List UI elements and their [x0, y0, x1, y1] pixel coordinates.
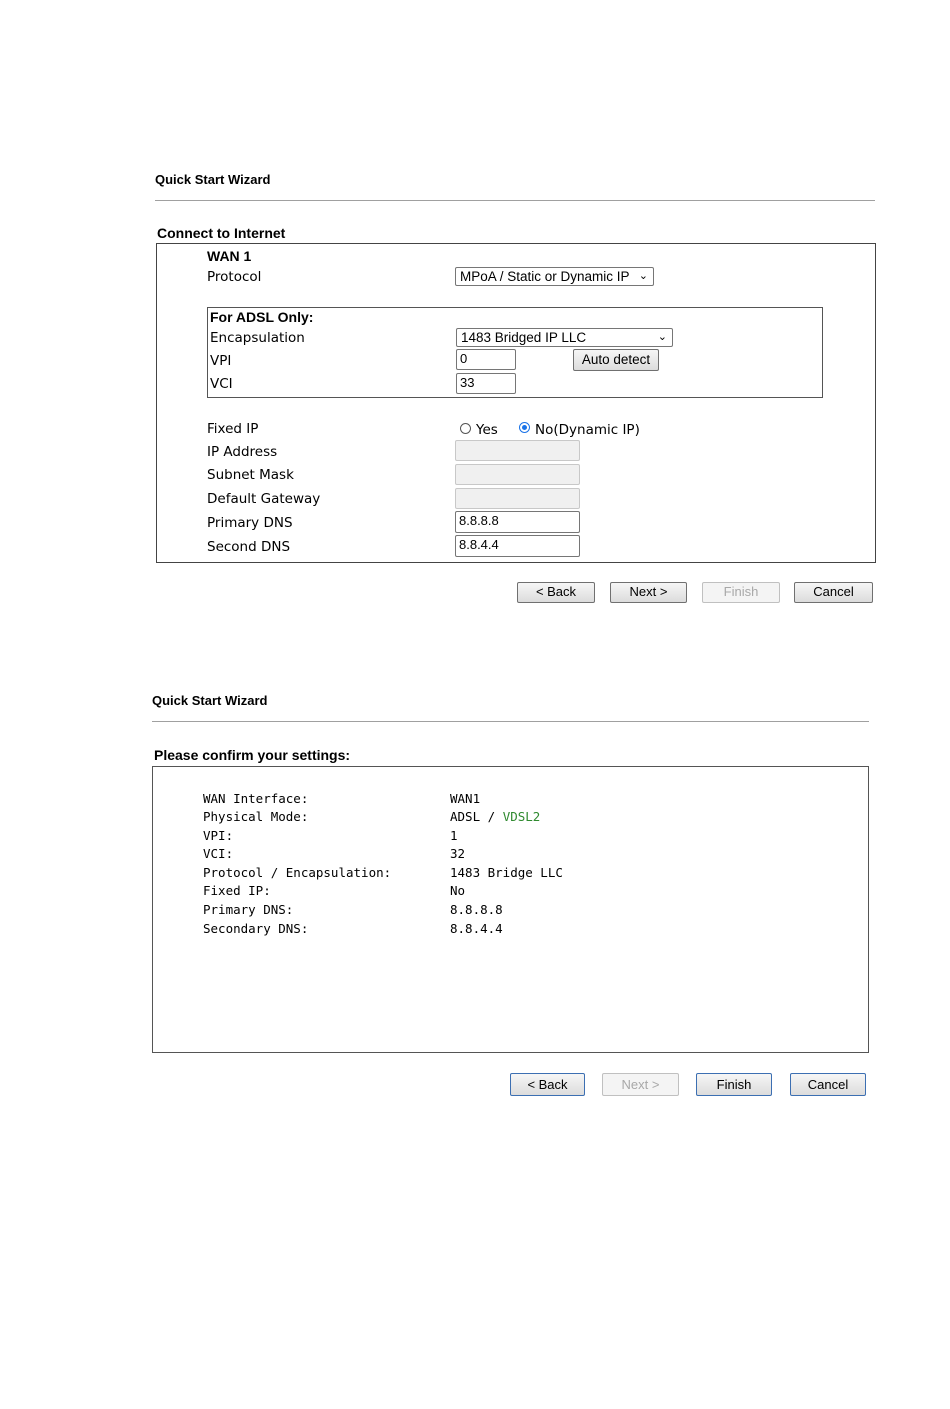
- vpi-label: VPI: [210, 353, 232, 369]
- physical-mode-adsl: ADSL /: [450, 809, 503, 824]
- confirm-value: 8.8.8.8: [450, 902, 503, 917]
- finish-button[interactable]: Finish: [696, 1073, 772, 1096]
- fixed-ip-yes-label: Yes: [476, 422, 498, 438]
- confirm-value: 1: [450, 828, 458, 843]
- vpi-input[interactable]: 0: [456, 349, 516, 370]
- fixed-ip-no-radio[interactable]: [519, 422, 530, 433]
- confirm-label: Secondary DNS:: [203, 921, 309, 936]
- default-gateway-label: Default Gateway: [207, 491, 321, 507]
- wizard-title: Quick Start Wizard: [152, 693, 268, 708]
- ip-address-input[interactable]: [455, 440, 580, 461]
- auto-detect-button[interactable]: Auto detect: [573, 349, 659, 371]
- cancel-button[interactable]: Cancel: [790, 1073, 866, 1096]
- title-divider: [155, 200, 875, 201]
- confirm-value: 32: [450, 846, 466, 861]
- second-dns-input[interactable]: 8.8.4.4: [455, 535, 580, 557]
- fixed-ip-no-label: No(Dynamic IP): [535, 422, 640, 438]
- confirm-label: VCI:: [203, 846, 234, 861]
- encapsulation-select[interactable]: 1483 Bridged IP LLC ⌄: [456, 328, 673, 347]
- subnet-mask-input[interactable]: [455, 464, 580, 485]
- second-dns-label: Second DNS: [207, 539, 291, 555]
- protocol-select-value: MPoA / Static or Dynamic IP: [460, 269, 630, 284]
- confirm-value: 1483 Bridge LLC: [450, 865, 563, 880]
- back-button[interactable]: < Back: [517, 582, 595, 603]
- vci-label: VCI: [210, 376, 233, 392]
- finish-button[interactable]: Finish: [702, 582, 780, 603]
- ip-address-label: IP Address: [207, 444, 278, 460]
- fixed-ip-label: Fixed IP: [207, 421, 259, 437]
- title-divider: [152, 721, 869, 722]
- primary-dns-label: Primary DNS: [207, 515, 293, 531]
- next-button[interactable]: Next >: [610, 582, 687, 603]
- section-title: Please confirm your settings:: [154, 747, 351, 763]
- confirm-label: Fixed IP:: [203, 883, 271, 898]
- section-title: Connect to Internet: [157, 225, 286, 241]
- protocol-label: Protocol: [207, 269, 262, 285]
- confirm-label: Physical Mode:: [203, 809, 309, 824]
- subnet-mask-label: Subnet Mask: [207, 467, 294, 483]
- back-button[interactable]: < Back: [510, 1073, 585, 1096]
- confirm-label: VPI:: [203, 828, 234, 843]
- protocol-select[interactable]: MPoA / Static or Dynamic IP ⌄: [455, 267, 654, 286]
- encapsulation-select-value: 1483 Bridged IP LLC: [461, 330, 587, 345]
- confirm-label: Primary DNS:: [203, 902, 294, 917]
- chevron-down-icon: ⌄: [657, 331, 667, 343]
- cancel-button[interactable]: Cancel: [794, 582, 873, 603]
- default-gateway-input[interactable]: [455, 488, 580, 509]
- confirm-value: WAN1: [450, 791, 481, 806]
- confirm-label: Protocol / Encapsulation:: [203, 865, 392, 880]
- next-button[interactable]: Next >: [602, 1073, 679, 1096]
- fixed-ip-yes-radio[interactable]: [460, 423, 471, 434]
- confirm-value: No: [450, 883, 466, 898]
- primary-dns-input[interactable]: 8.8.8.8: [455, 511, 580, 533]
- encapsulation-label: Encapsulation: [210, 330, 305, 346]
- confirm-value: ADSL / VDSL2: [450, 809, 540, 824]
- wizard-title: Quick Start Wizard: [155, 172, 271, 187]
- adsl-title: For ADSL Only:: [210, 309, 314, 325]
- confirm-value: 8.8.4.4: [450, 921, 503, 936]
- confirm-label: WAN Interface:: [203, 791, 309, 806]
- chevron-down-icon: ⌄: [638, 270, 648, 282]
- vci-input[interactable]: 33: [456, 373, 516, 394]
- physical-mode-vdsl2: VDSL2: [502, 809, 541, 824]
- wan-label: WAN 1: [207, 248, 252, 264]
